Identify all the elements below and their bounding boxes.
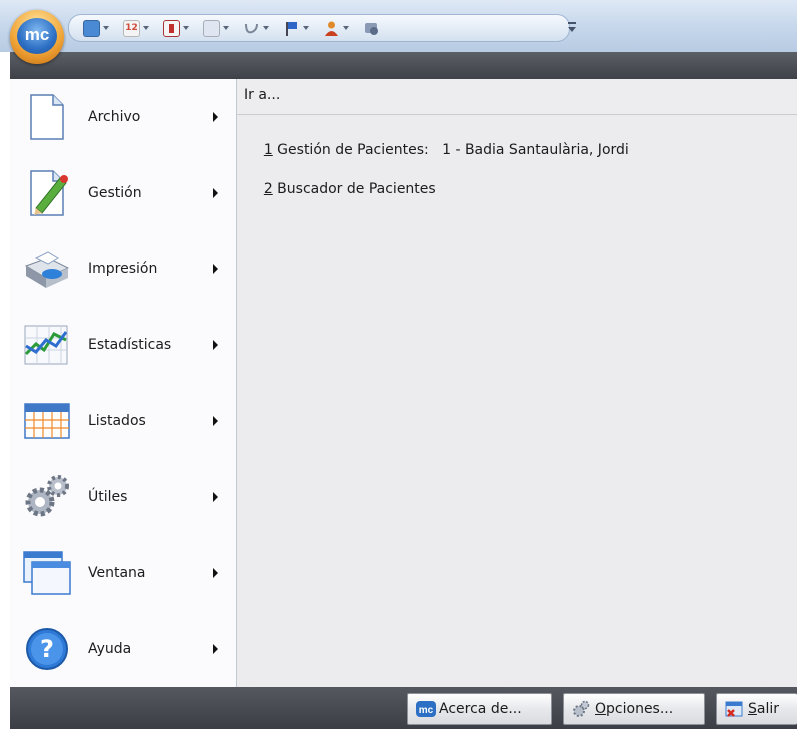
about-button[interactable]: mc Acerca de... bbox=[407, 693, 552, 725]
menu-item-listados[interactable]: Listados bbox=[10, 383, 236, 459]
menu-item-label: Ayuda bbox=[88, 641, 132, 657]
menu-item-label: Estadísticas bbox=[88, 337, 172, 353]
submenu-arrow-icon bbox=[213, 340, 218, 350]
print-preview-icon bbox=[363, 20, 380, 37]
menu-item-ventana[interactable]: Ventana bbox=[10, 535, 236, 611]
clipboard-user-icon bbox=[203, 19, 220, 37]
chevron-down-icon[interactable] bbox=[143, 26, 149, 30]
qat-user-button[interactable] bbox=[323, 20, 357, 37]
recent-item-text: Gestión de Pacientes: 1 - Badia Santaulà… bbox=[272, 142, 629, 158]
calendar-12-icon: 12 bbox=[123, 19, 140, 37]
menu-item-utiles[interactable]: Útiles bbox=[10, 459, 236, 535]
options-button-label: Opciones... bbox=[595, 701, 674, 717]
gears-icon bbox=[22, 472, 72, 522]
menu-item-gestion[interactable]: Gestión bbox=[10, 155, 236, 231]
submenu-arrow-icon bbox=[213, 416, 218, 426]
contact-card-icon bbox=[83, 19, 100, 37]
qat-bookmark-button[interactable] bbox=[163, 19, 197, 37]
app-logo-icon: mc bbox=[416, 700, 436, 718]
submenu-arrow-icon bbox=[213, 492, 218, 502]
quick-access-toolbar: 12 bbox=[0, 0, 797, 52]
menu-item-label: Archivo bbox=[88, 109, 141, 125]
flag-icon bbox=[283, 20, 300, 37]
document-icon bbox=[22, 92, 72, 142]
svg-text:mc: mc bbox=[419, 705, 434, 716]
submenu-arrow-icon bbox=[213, 568, 218, 578]
recent-item-number: 2 bbox=[263, 181, 273, 197]
recent-item-text: Buscador de Pacientes bbox=[272, 181, 436, 197]
calendar-grid-icon bbox=[22, 396, 72, 446]
menu-item-label: Útiles bbox=[88, 489, 128, 505]
recent-items-header: Ir a... bbox=[237, 79, 797, 115]
recent-items-title: Ir a... bbox=[244, 87, 281, 103]
printer-icon bbox=[22, 244, 72, 294]
submenu-arrow-icon bbox=[213, 112, 218, 122]
exit-button-label: Salir bbox=[748, 701, 780, 717]
menu-item-label: Impresión bbox=[88, 261, 158, 277]
customize-toolbar-icon[interactable] bbox=[566, 20, 578, 34]
recent-item-number: 1 bbox=[263, 142, 273, 158]
svg-text:?: ? bbox=[40, 635, 54, 663]
menu-item-label: Ventana bbox=[88, 565, 146, 581]
edit-document-icon bbox=[22, 168, 72, 218]
exit-button[interactable]: Salir bbox=[716, 693, 797, 725]
app-logo: mc bbox=[17, 18, 57, 54]
submenu-arrow-icon bbox=[213, 644, 218, 654]
chevron-down-icon[interactable] bbox=[103, 26, 109, 30]
menu-top-border bbox=[10, 52, 797, 79]
submenu-arrow-icon bbox=[213, 188, 218, 198]
gears-icon bbox=[572, 700, 590, 718]
stethoscope-icon bbox=[243, 20, 260, 37]
menu-item-label: Listados bbox=[88, 413, 146, 429]
menu-item-estadisticas[interactable]: Estadísticas bbox=[10, 307, 236, 383]
exit-icon bbox=[725, 700, 743, 718]
help-icon: ? bbox=[22, 624, 72, 674]
recent-items-panel: Ir a... 1 Gestión de Pacientes: 1 - Badi… bbox=[237, 79, 797, 687]
menu-item-impresion[interactable]: Impresión bbox=[10, 231, 236, 307]
chevron-down-icon[interactable] bbox=[183, 26, 189, 30]
menu-item-ayuda[interactable]: ? Ayuda bbox=[10, 611, 236, 687]
qat-stethoscope-button[interactable] bbox=[243, 20, 277, 37]
chevron-down-icon[interactable] bbox=[343, 26, 349, 30]
chevron-down-icon[interactable] bbox=[303, 26, 309, 30]
about-button-label: Acerca de... bbox=[439, 701, 522, 717]
chevron-down-icon[interactable] bbox=[263, 26, 269, 30]
qat-flag-button[interactable] bbox=[283, 20, 317, 37]
options-button[interactable]: Opciones... bbox=[563, 693, 705, 725]
recent-item-2[interactable]: 2 Buscador de Pacientes bbox=[246, 165, 436, 213]
application-menu: Archivo Gestión Impresión Estadísticas L… bbox=[10, 79, 237, 687]
qat-print-preview-button[interactable] bbox=[363, 20, 380, 37]
qat-calendar-button[interactable]: 12 bbox=[123, 19, 157, 37]
chart-icon bbox=[22, 320, 72, 370]
application-button[interactable]: mc bbox=[10, 10, 64, 64]
submenu-arrow-icon bbox=[213, 264, 218, 274]
quick-access-strip: 12 bbox=[68, 14, 570, 42]
qat-clipboard-button[interactable] bbox=[203, 19, 237, 37]
menu-item-label: Gestión bbox=[88, 185, 142, 201]
qat-contact-card-button[interactable] bbox=[83, 19, 117, 37]
windows-icon bbox=[22, 548, 72, 598]
menu-item-archivo[interactable]: Archivo bbox=[10, 79, 236, 155]
bookmark-document-icon bbox=[163, 19, 180, 37]
chevron-down-icon[interactable] bbox=[223, 26, 229, 30]
user-icon bbox=[323, 20, 340, 37]
